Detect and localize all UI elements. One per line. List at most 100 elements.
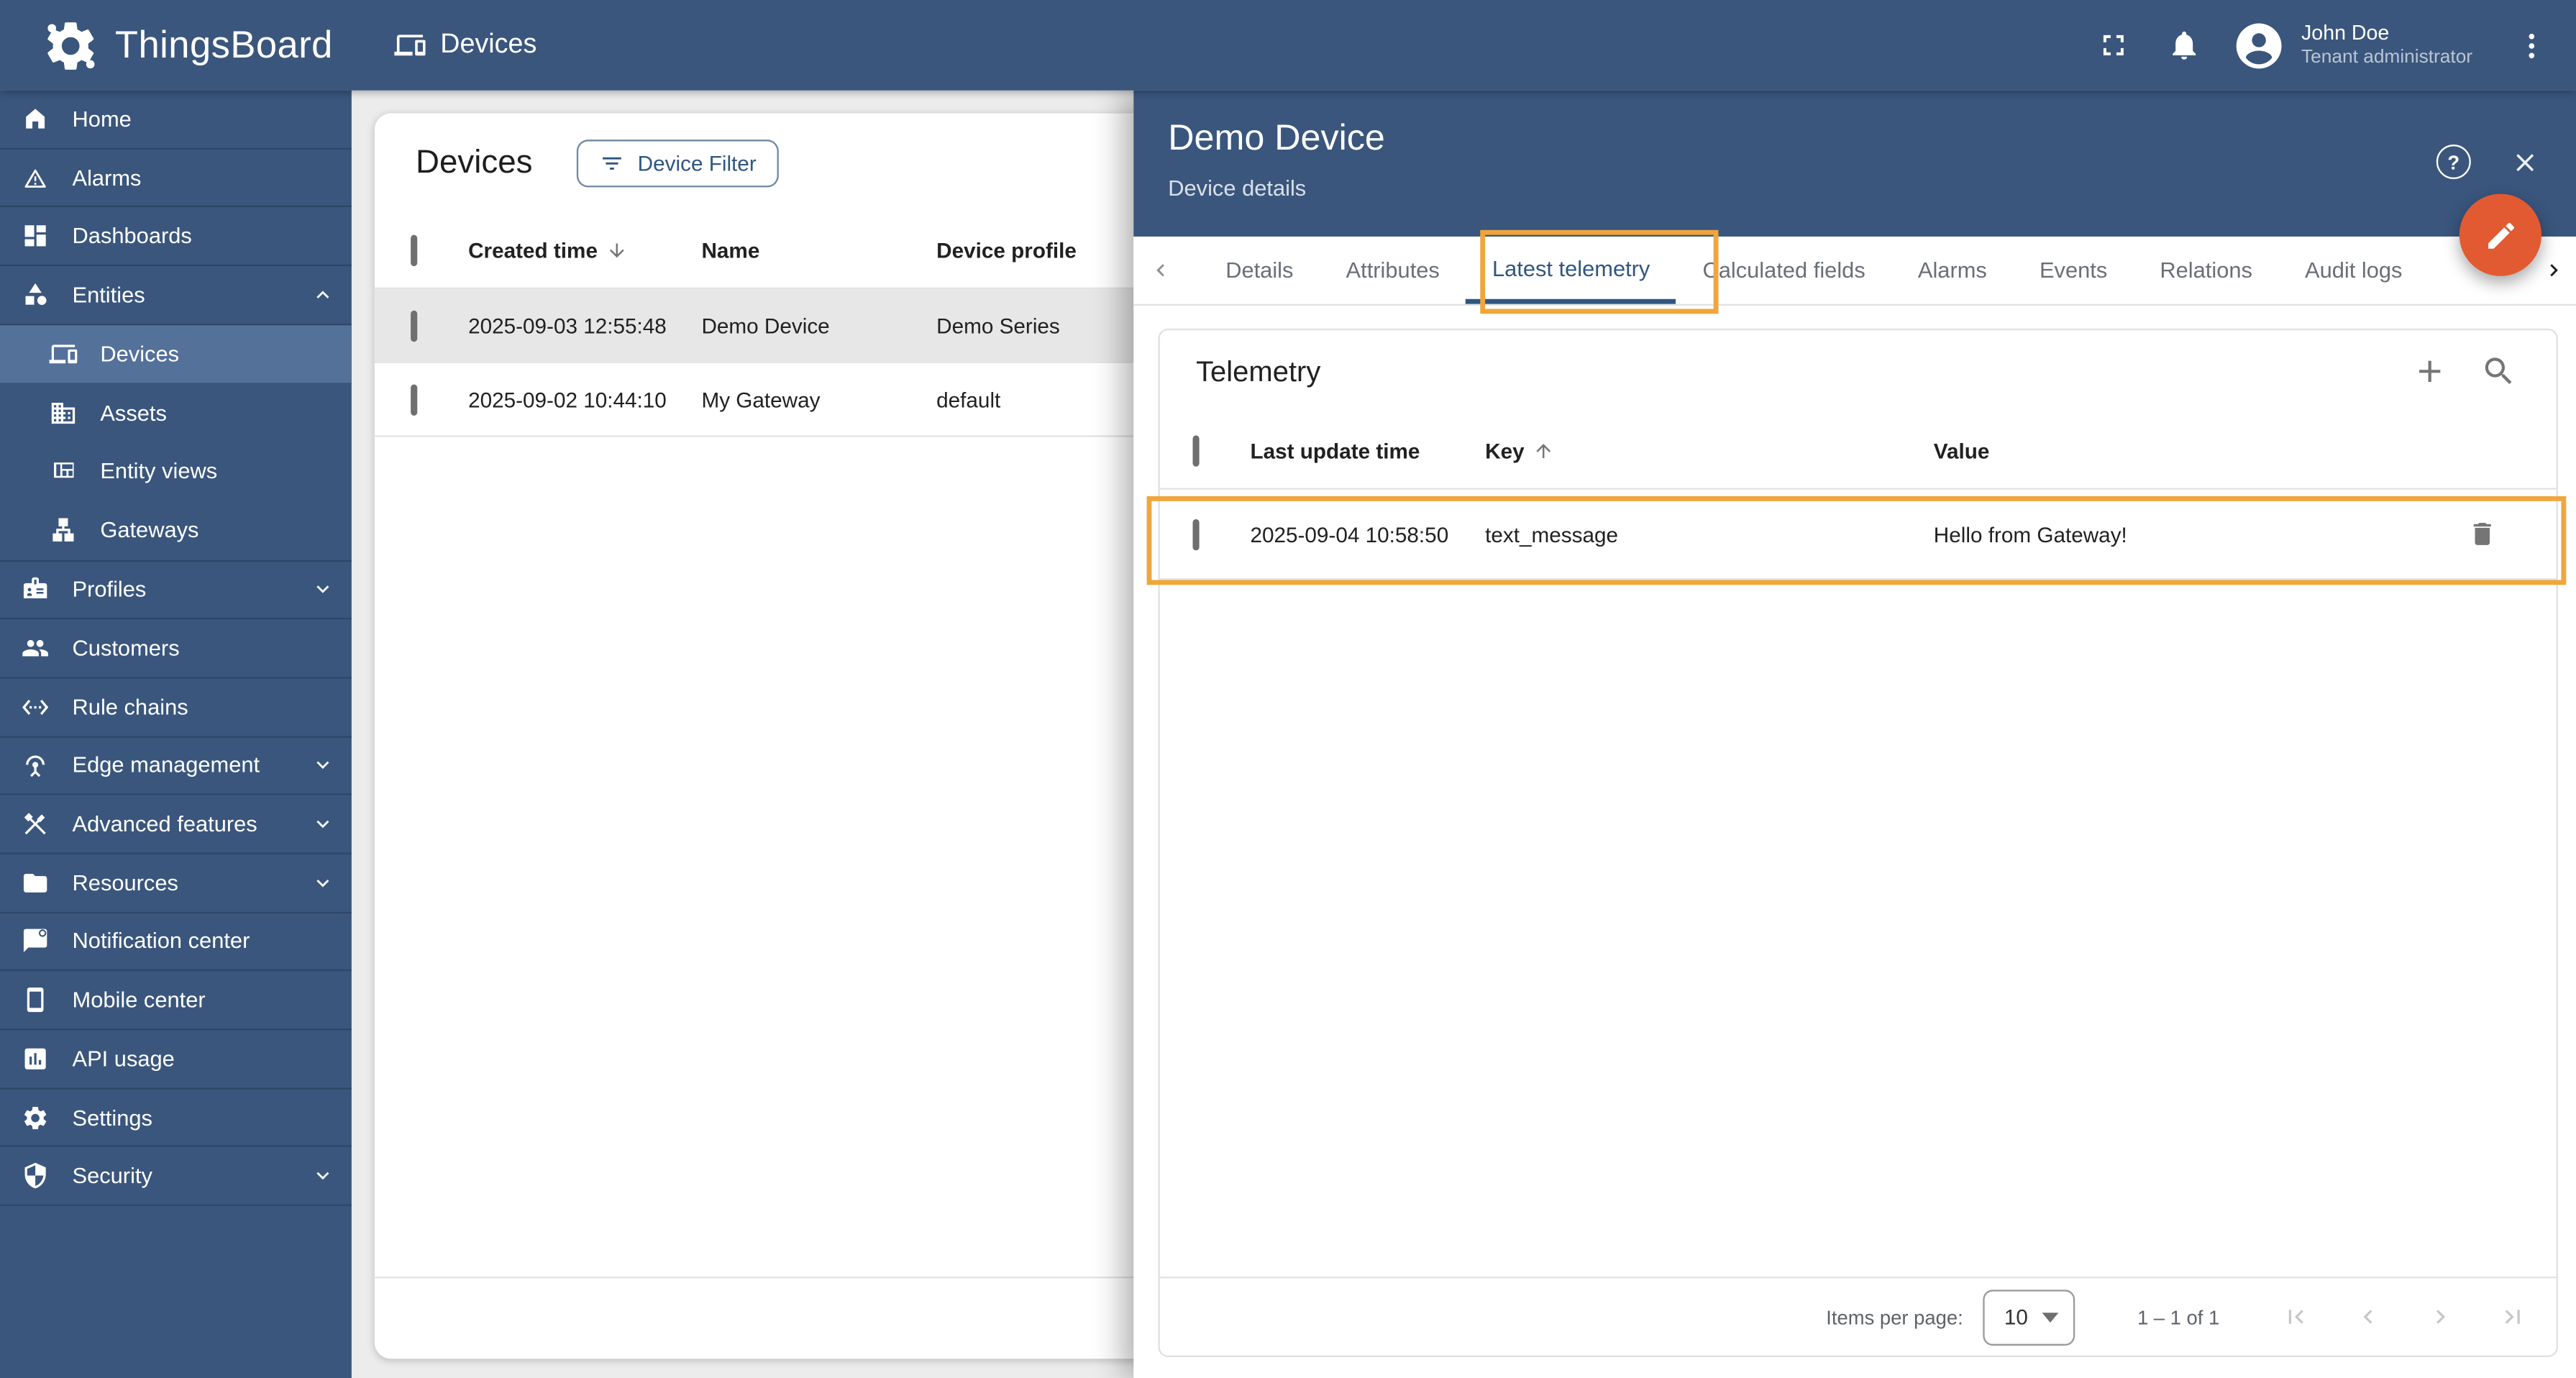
- thingsboard-logo-icon: [47, 21, 95, 69]
- sidebar-item-advanced-features[interactable]: Advanced features: [0, 795, 352, 854]
- telemetry-row-text-message[interactable]: 2025-09-04 10:58:50 text_message Hello f…: [1159, 488, 2557, 580]
- row-checkbox[interactable]: [411, 383, 418, 415]
- topbar-actions: John Doe Tenant administrator: [2096, 19, 2576, 70]
- drawer-body: Telemetry Last update time Key Value 202…: [1158, 328, 2558, 1357]
- badge-icon: [23, 578, 47, 599]
- thingsboard-app: ThingsBoard Devices John Doe Tenant admi…: [0, 0, 2576, 1378]
- view-quilt-icon: [54, 463, 74, 479]
- sidebar-item-api-usage[interactable]: API usage: [0, 1030, 352, 1089]
- people-icon: [22, 639, 48, 657]
- sidebar-item-mobile-center[interactable]: Mobile center: [0, 972, 352, 1031]
- tab-relations[interactable]: Relations: [2134, 237, 2279, 304]
- sidebar-item-rule-chains[interactable]: Rule chains: [0, 678, 352, 737]
- breadcrumb: Devices: [394, 29, 536, 60]
- dashboard-icon: [24, 225, 46, 247]
- select-all-checkbox[interactable]: [1192, 434, 1200, 466]
- column-last-update-time[interactable]: Last update time: [1250, 438, 1485, 462]
- dropdown-arrow-icon: [2042, 1312, 2059, 1322]
- top-app-bar: ThingsBoard Devices John Doe Tenant admi…: [0, 0, 2576, 91]
- edit-fab[interactable]: [2459, 193, 2542, 276]
- sidebar-item-customers[interactable]: Customers: [0, 620, 352, 679]
- telemetry-table-header: Last update time Key Value: [1160, 412, 2557, 488]
- sidebar-subgroup-entities: Devices Assets Entity views Gateways: [0, 324, 352, 562]
- sidebar-item-notification-center[interactable]: Notification center: [0, 913, 352, 972]
- pencil-icon: [2487, 222, 2513, 248]
- notification-message-icon: [23, 929, 47, 954]
- telemetry-card: Telemetry Last update time Key Value 202…: [1158, 328, 2558, 1357]
- sidebar-item-profiles[interactable]: Profiles: [0, 561, 352, 620]
- tabs-scroll-left-icon[interactable]: [1148, 258, 1173, 283]
- last-page-icon[interactable]: [2499, 1303, 2527, 1331]
- pagination-bar: Items per page: 10 1 – 1 of 1: [1159, 1277, 2557, 1356]
- chevron-up-icon: [316, 291, 329, 298]
- sort-desc-icon: [609, 242, 624, 257]
- previous-page-icon[interactable]: [2355, 1303, 2383, 1331]
- question-mark-glyph: ?: [2447, 150, 2460, 174]
- column-name[interactable]: Name: [701, 237, 936, 262]
- tab-attributes[interactable]: Attributes: [1320, 237, 1466, 304]
- avatar[interactable]: [2234, 21, 2283, 70]
- tools-icon: [24, 813, 46, 835]
- drawer-title: Demo Device: [1168, 117, 1385, 158]
- tab-latest-telemetry[interactable]: Latest telemetry: [1466, 237, 1676, 304]
- sidebar-item-alarms[interactable]: Alarms: [0, 149, 352, 208]
- add-telemetry-button[interactable]: [2412, 353, 2448, 389]
- sort-asc-icon: [1536, 443, 1550, 457]
- antenna-icon: [26, 756, 45, 778]
- sidebar-item-gateways[interactable]: Gateways: [0, 501, 352, 560]
- sidebar-item-devices[interactable]: Devices: [0, 324, 352, 384]
- drawer-subtitle: Device details: [1168, 175, 1307, 201]
- page-size-value: 10: [2004, 1304, 2028, 1330]
- select-all-checkbox[interactable]: [411, 234, 418, 265]
- help-button[interactable]: ?: [2436, 145, 2471, 180]
- user-role: Tenant administrator: [2301, 47, 2473, 68]
- tab-alarms[interactable]: Alarms: [1891, 237, 2013, 304]
- sidebar-item-security[interactable]: Security: [0, 1147, 352, 1206]
- gear-icon: [24, 1105, 47, 1129]
- column-key[interactable]: Key: [1485, 438, 1934, 462]
- telemetry-title: Telemetry: [1196, 354, 1321, 387]
- chevron-down-icon: [316, 879, 329, 888]
- user-menu[interactable]: John Doe Tenant administrator: [2301, 19, 2472, 70]
- more-vert-icon[interactable]: [2515, 29, 2548, 62]
- search-icon[interactable]: [2481, 353, 2517, 389]
- close-icon[interactable]: [2511, 148, 2540, 178]
- column-value[interactable]: Value: [1934, 438, 2467, 462]
- page-title: Devices: [440, 29, 537, 60]
- tab-calculated-fields[interactable]: Calculated fields: [1676, 237, 1891, 304]
- chevron-down-icon: [316, 820, 329, 829]
- page-range: 1 – 1 of 1: [2137, 1305, 2220, 1328]
- tab-details[interactable]: Details: [1200, 237, 1320, 304]
- user-name: John Doe: [2301, 21, 2390, 45]
- tabs-scroll-right-icon[interactable]: [2541, 258, 2566, 283]
- column-created-time[interactable]: Created time: [468, 237, 701, 262]
- sidebar-item-entities[interactable]: Entities: [0, 266, 352, 325]
- devices-icon: [49, 344, 78, 364]
- home-icon: [26, 109, 45, 129]
- telemetry-header: Telemetry: [1160, 330, 2557, 412]
- sidebar-item-edge-management[interactable]: Edge management: [0, 737, 352, 796]
- row-checkbox[interactable]: [1192, 518, 1200, 550]
- delete-icon[interactable]: [2467, 519, 2497, 549]
- filter-icon: [603, 156, 622, 169]
- first-page-icon[interactable]: [2282, 1303, 2310, 1331]
- device-filter-button[interactable]: Device Filter: [577, 139, 780, 187]
- chevron-down-icon: [316, 762, 329, 770]
- sidebar-item-settings[interactable]: Settings: [0, 1089, 352, 1148]
- tab-events[interactable]: Events: [2013, 237, 2133, 304]
- sidebar-item-home[interactable]: Home: [0, 91, 352, 150]
- row-checkbox[interactable]: [411, 309, 418, 342]
- fullscreen-button[interactable]: [2096, 28, 2130, 63]
- chevron-down-icon: [316, 1172, 329, 1180]
- warning-icon: [24, 168, 46, 187]
- sidebar-item-dashboards[interactable]: Dashboards: [0, 208, 352, 267]
- drawer-header: Demo Device Device details ?: [1133, 90, 2576, 237]
- brand[interactable]: ThingsBoard: [0, 16, 352, 75]
- tab-audit-logs[interactable]: Audit logs: [2278, 237, 2429, 304]
- page-size-select[interactable]: 10: [1983, 1289, 2075, 1345]
- sidebar-item-entity-views[interactable]: Entity views: [0, 442, 352, 501]
- sidebar-item-resources[interactable]: Resources: [0, 854, 352, 913]
- sidebar-item-assets[interactable]: Assets: [0, 383, 352, 442]
- next-page-icon[interactable]: [2426, 1303, 2454, 1331]
- notifications-bell-icon[interactable]: [2167, 28, 2201, 63]
